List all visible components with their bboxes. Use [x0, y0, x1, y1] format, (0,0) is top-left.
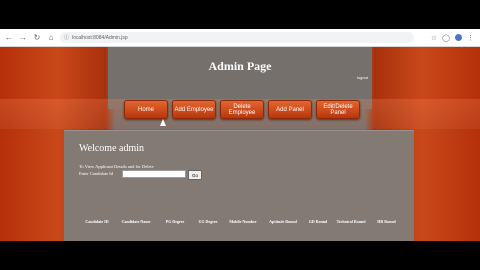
browser-actions: ☆ ◯ ⋮: [431, 34, 474, 42]
home-icon[interactable]: ⌂: [46, 33, 56, 43]
add-panel-button[interactable]: Add Panel: [268, 100, 312, 119]
delete-employee-button[interactable]: Delete Employee: [220, 100, 264, 119]
address-bar[interactable]: ⓘ localhost:8084/Admin.jsp: [60, 32, 414, 43]
column-header: Mobile Number: [229, 219, 257, 224]
welcome-heading: Welcome admin: [79, 143, 145, 154]
candidate-id-label: Enter Candidate Id: [79, 171, 113, 176]
extension-icon[interactable]: ◯: [442, 34, 450, 42]
mouse-cursor-icon: [160, 119, 166, 126]
column-header: HR Round: [377, 219, 396, 224]
go-button[interactable]: Go: [188, 170, 202, 180]
edit-delete-panel-button[interactable]: Edit/Delete Panel: [316, 100, 360, 119]
admin-page: Admin Page logout Home Add Employee Dele…: [0, 47, 480, 241]
logout-link[interactable]: logout: [357, 75, 368, 80]
address-text: localhost:8084/Admin.jsp: [72, 34, 128, 41]
column-header: Candidate ID: [85, 219, 109, 224]
browser-toolbar: ← → ↻ ⌂ ⓘ localhost:8084/Admin.jsp ☆ ◯ ⋮: [0, 29, 480, 47]
page-title: Admin Page: [208, 59, 272, 73]
column-header: GD Round: [308, 219, 328, 224]
add-employee-button[interactable]: Add Employee: [172, 100, 216, 119]
screen-top-letterbox: [0, 0, 480, 29]
browser-window: ← → ↻ ⌂ ⓘ localhost:8084/Admin.jsp ☆ ◯ ⋮…: [0, 29, 480, 241]
forward-icon[interactable]: →: [18, 33, 28, 43]
instruction-text: To View Applicant Details and for Delete: [79, 164, 154, 169]
column-header: Technical Round: [336, 219, 366, 224]
main-nav: Home Add Employee Delete Employee Add Pa…: [124, 100, 360, 119]
reload-icon[interactable]: ↻: [32, 33, 42, 43]
back-icon[interactable]: ←: [4, 33, 14, 43]
applicant-table-header: Candidate ID Candidate Name PG Degree UG…: [79, 219, 404, 224]
content-panel: Welcome admin To View Applicant Details …: [64, 130, 414, 241]
column-header: PG Degree: [165, 219, 185, 224]
menu-kebab-icon[interactable]: ⋮: [467, 34, 474, 42]
home-button[interactable]: Home: [124, 100, 168, 119]
column-header: Aptitude Round: [269, 219, 297, 224]
column-header: UG Degree: [198, 219, 218, 224]
screen-bottom-letterbox: [0, 241, 480, 270]
profile-avatar[interactable]: [455, 34, 462, 41]
candidate-id-input[interactable]: [122, 170, 186, 178]
column-header: Candidate Name: [121, 219, 151, 224]
bookmark-star-icon[interactable]: ☆: [431, 34, 437, 42]
info-icon: ⓘ: [64, 35, 70, 41]
